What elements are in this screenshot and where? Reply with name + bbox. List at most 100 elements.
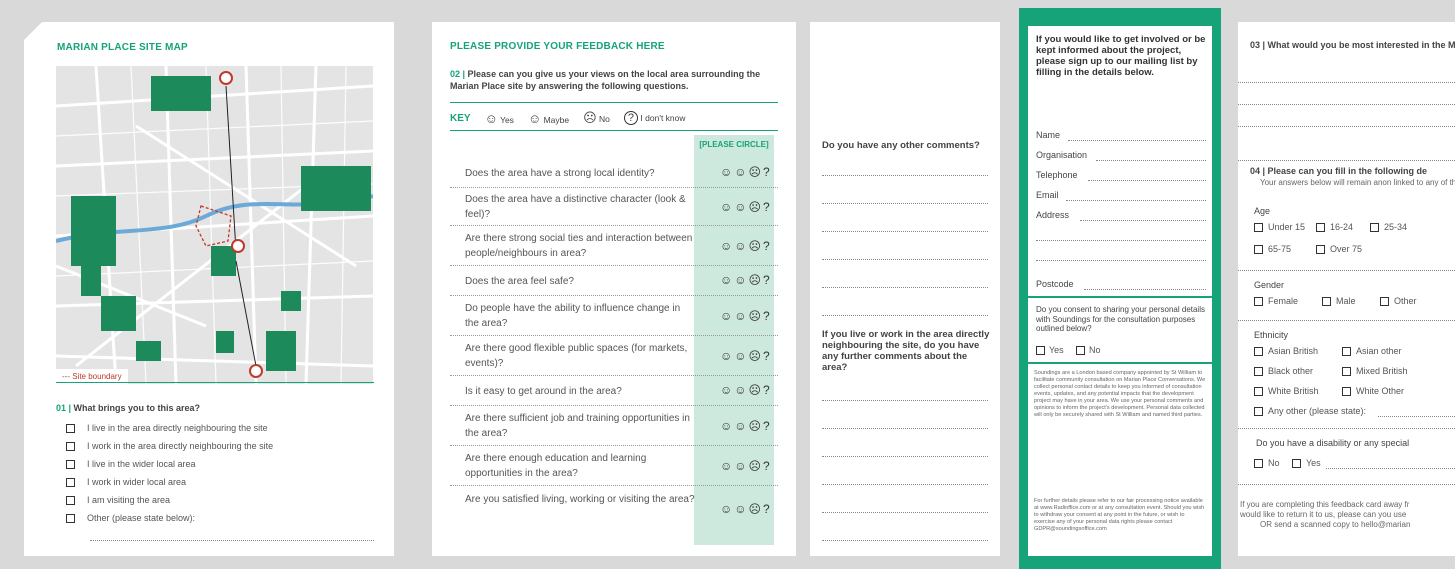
age-option[interactable]: 16-24 bbox=[1316, 222, 1353, 232]
gender-option[interactable]: Other bbox=[1380, 296, 1417, 306]
disability-yes[interactable]: Yes bbox=[1292, 458, 1321, 468]
checkbox[interactable] bbox=[1342, 386, 1351, 396]
option-4[interactable]: I work in wider local area bbox=[66, 477, 186, 487]
telephone-field[interactable] bbox=[1088, 180, 1206, 181]
option-1[interactable]: I live in the area directly neighbouring… bbox=[66, 423, 268, 433]
checkbox[interactable] bbox=[1292, 458, 1301, 468]
key-label: KEY bbox=[450, 112, 471, 124]
ethnicity-option[interactable]: Black other bbox=[1254, 366, 1313, 376]
checkbox[interactable] bbox=[1036, 345, 1045, 355]
answer-line[interactable] bbox=[822, 259, 988, 260]
age-option[interactable]: 65-75 bbox=[1254, 244, 1291, 254]
answer-line[interactable] bbox=[822, 315, 988, 316]
checkbox[interactable] bbox=[1254, 296, 1263, 306]
checkbox[interactable] bbox=[66, 459, 75, 469]
age-option[interactable]: Under 15 bbox=[1254, 222, 1305, 232]
answer-line[interactable] bbox=[822, 428, 988, 429]
option-6[interactable]: Other (please state below): bbox=[66, 513, 195, 523]
answer-faces[interactable]: ☺☺☹? bbox=[720, 502, 772, 516]
ethnicity-option[interactable]: Asian other bbox=[1342, 346, 1402, 356]
answer-line[interactable] bbox=[822, 512, 988, 513]
answer-line[interactable] bbox=[822, 231, 988, 232]
checkbox[interactable] bbox=[1254, 244, 1263, 254]
answer-line[interactable] bbox=[1238, 82, 1455, 83]
option-5[interactable]: I am visiting the area bbox=[66, 495, 170, 505]
postcode-field[interactable] bbox=[1084, 289, 1206, 290]
checkbox[interactable] bbox=[66, 513, 75, 523]
checkbox[interactable] bbox=[66, 495, 75, 505]
answer-faces[interactable]: ☺☺☹? bbox=[720, 349, 772, 363]
ethnicity-option[interactable]: White Other bbox=[1342, 386, 1404, 396]
gender-option[interactable]: Female bbox=[1254, 296, 1298, 306]
checkbox[interactable] bbox=[1322, 296, 1331, 306]
answer-faces[interactable]: ☺☺☹? bbox=[720, 273, 772, 287]
answer-line[interactable] bbox=[822, 484, 988, 485]
answer-line[interactable] bbox=[822, 287, 988, 288]
no-label: No bbox=[1089, 345, 1101, 355]
answer-line[interactable] bbox=[1378, 416, 1455, 417]
checkbox[interactable] bbox=[1254, 366, 1263, 376]
checkbox[interactable] bbox=[66, 423, 75, 433]
answer-line[interactable] bbox=[822, 175, 988, 176]
ethnicity-option[interactable]: Asian British bbox=[1254, 346, 1318, 356]
answer-faces[interactable]: ☺☺☹? bbox=[720, 383, 772, 397]
option-2[interactable]: I work in the area directly neighbouring… bbox=[66, 441, 273, 451]
address-line[interactable] bbox=[1036, 240, 1206, 241]
checkbox[interactable] bbox=[1316, 222, 1325, 232]
checkbox[interactable] bbox=[1254, 406, 1263, 416]
organisation-field[interactable] bbox=[1096, 160, 1206, 161]
gender-option[interactable]: Male bbox=[1322, 296, 1356, 306]
option-label: White British bbox=[1268, 386, 1319, 396]
answer-faces[interactable]: ☺☺☹? bbox=[720, 459, 772, 473]
answer-line[interactable] bbox=[822, 203, 988, 204]
option-label: Female bbox=[1268, 296, 1299, 306]
answer-line[interactable] bbox=[1326, 468, 1455, 469]
answer-faces[interactable]: ☺☺☹? bbox=[720, 419, 772, 433]
option-3[interactable]: I live in the wider local area bbox=[66, 459, 196, 469]
row-question: Does the area feel safe? bbox=[465, 276, 574, 287]
question-number: 01 | bbox=[56, 403, 72, 413]
address-field[interactable] bbox=[1080, 220, 1206, 221]
consent-no[interactable]: No bbox=[1076, 345, 1101, 355]
checkbox[interactable] bbox=[1316, 244, 1325, 254]
question-2: 02 | Please can you give us your views o… bbox=[450, 68, 780, 92]
checkbox[interactable] bbox=[66, 477, 75, 487]
ethnicity-option[interactable]: Any other (please state): bbox=[1254, 406, 1366, 416]
answer-line[interactable] bbox=[90, 540, 374, 541]
answer-line[interactable] bbox=[1238, 104, 1455, 105]
checkbox[interactable] bbox=[1076, 345, 1085, 355]
checkbox[interactable] bbox=[1254, 458, 1263, 468]
checkbox[interactable] bbox=[1254, 346, 1263, 356]
answer-line[interactable] bbox=[1238, 126, 1455, 127]
ethnicity-option[interactable]: White British bbox=[1254, 386, 1319, 396]
checkbox[interactable] bbox=[1370, 222, 1379, 232]
checkbox[interactable] bbox=[1254, 222, 1263, 232]
disability-no[interactable]: No bbox=[1254, 458, 1280, 468]
name-field[interactable] bbox=[1068, 140, 1206, 141]
answer-faces[interactable]: ☺☺☹? bbox=[720, 239, 772, 253]
row-question: Are there good flexible public spaces (f… bbox=[465, 343, 688, 369]
age-option[interactable]: Over 75 bbox=[1316, 244, 1362, 254]
address-line[interactable] bbox=[1036, 260, 1206, 261]
checkbox[interactable] bbox=[1342, 346, 1351, 356]
question-mark-icon: ? bbox=[623, 111, 639, 125]
answer-line[interactable] bbox=[822, 400, 988, 401]
checkbox[interactable] bbox=[66, 441, 75, 451]
ethnicity-option[interactable]: Mixed British bbox=[1342, 366, 1408, 376]
checkbox[interactable] bbox=[1380, 296, 1389, 306]
answer-line[interactable] bbox=[822, 456, 988, 457]
age-option[interactable]: 25-34 bbox=[1370, 222, 1407, 232]
email-field[interactable] bbox=[1066, 200, 1206, 201]
answer-faces[interactable]: ☺☺☹? bbox=[720, 309, 772, 323]
comments-panel: Do you have any other comments? If you l… bbox=[810, 22, 1000, 556]
yes-label: Yes bbox=[1049, 345, 1064, 355]
answer-faces[interactable]: ☺☺☹? bbox=[720, 165, 772, 179]
option-label: I live in the area directly neighbouring… bbox=[87, 423, 268, 433]
key-no: ☹ No bbox=[583, 110, 610, 126]
consent-yes[interactable]: Yes bbox=[1036, 345, 1064, 355]
checkbox[interactable] bbox=[1254, 386, 1263, 396]
table-row: Does the area feel safe? ☺☺☹? bbox=[450, 266, 778, 296]
checkbox[interactable] bbox=[1342, 366, 1351, 376]
answer-faces[interactable]: ☺☺☹? bbox=[720, 200, 772, 214]
answer-line[interactable] bbox=[822, 540, 988, 541]
